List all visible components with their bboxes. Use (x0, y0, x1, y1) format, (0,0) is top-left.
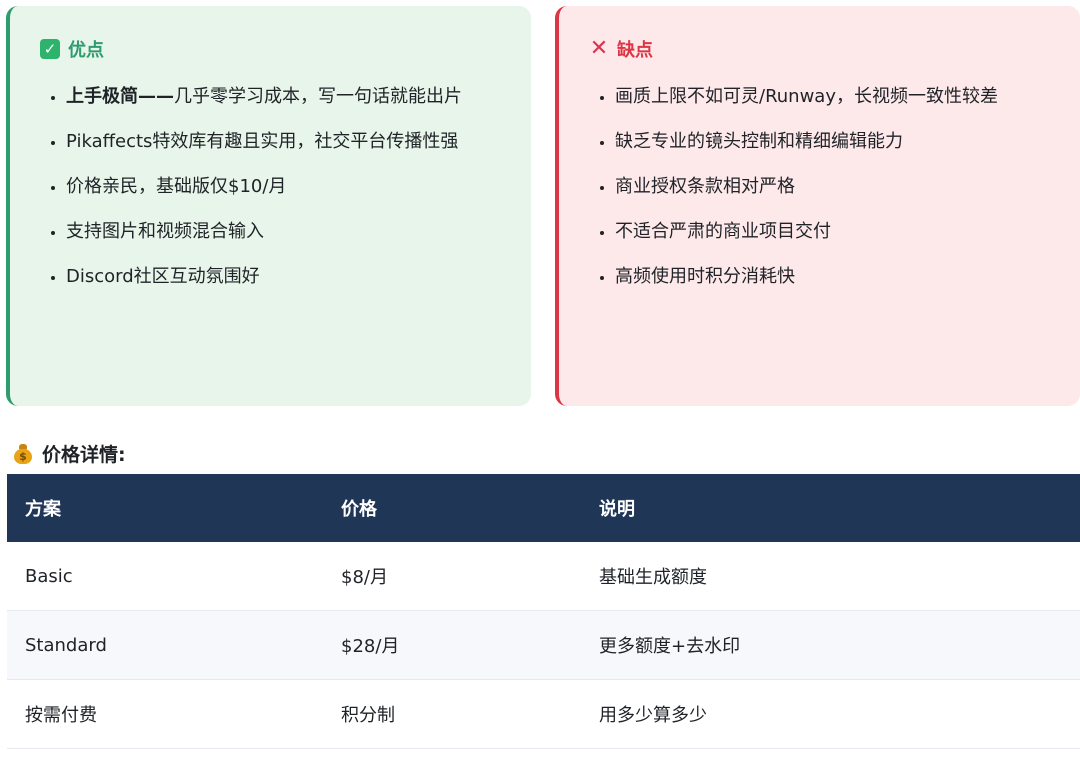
check-icon: ✓ (40, 39, 60, 59)
list-item: 价格亲民，基础版仅$10/月 (66, 168, 505, 205)
cross-icon: ✕ (589, 36, 609, 61)
cons-title-text: 缺点 (617, 40, 653, 61)
cell-plan: Basic (7, 542, 323, 611)
pros-item-text: Pikaffects特效库有趣且实用，社交平台传播性强 (66, 131, 459, 152)
pros-item-text: 几乎零学习成本，写一句话就能出片 (174, 86, 462, 107)
cell-price: 积分制 (323, 679, 581, 749)
list-item: 画质上限不如可灵/Runway，长视频一致性较差 (615, 78, 1056, 115)
pricing-section-title: $ 价格详情: (12, 440, 126, 467)
cell-description: 更多额度+去水印 (581, 610, 1080, 680)
cell-plan: Standard (7, 610, 323, 680)
cell-description: 基础生成额度 (581, 542, 1080, 611)
header-description: 说明 (581, 474, 1080, 542)
cons-title: ✕ 缺点 (589, 36, 653, 62)
cell-price: $8/月 (323, 542, 581, 611)
table-row: Standard $28/月 更多额度+去水印 (7, 610, 1080, 680)
pros-title-text: 优点 (68, 40, 104, 61)
list-item: 支持图片和视频混合输入 (66, 213, 505, 250)
list-item: 上手极简——几乎零学习成本，写一句话就能出片 (66, 78, 505, 115)
pros-item-text: Discord社区互动氛围好 (66, 266, 260, 287)
pros-item-bold: 上手极简—— (66, 86, 174, 107)
cons-list: 画质上限不如可灵/Runway，长视频一致性较差 缺乏专业的镜头控制和精细编辑能… (589, 78, 1056, 303)
table-row: 按需付费 积分制 用多少算多少 (7, 679, 1080, 749)
table-header-row: 方案 价格 说明 (7, 474, 1080, 542)
cons-card: ✕ 缺点 画质上限不如可灵/Runway，长视频一致性较差 缺乏专业的镜头控制和… (555, 6, 1080, 406)
money-bag-icon: $ (12, 443, 34, 465)
list-item: 高频使用时积分消耗快 (615, 258, 1056, 295)
table-row: Basic $8/月 基础生成额度 (7, 542, 1080, 611)
pros-card: ✓ 优点 上手极简——几乎零学习成本，写一句话就能出片 Pikaffects特效… (6, 6, 531, 406)
cell-price: $28/月 (323, 610, 581, 680)
list-item: 商业授权条款相对严格 (615, 168, 1056, 205)
list-item: 缺乏专业的镜头控制和精细编辑能力 (615, 123, 1056, 160)
pros-title: ✓ 优点 (40, 36, 104, 62)
pros-list: 上手极简——几乎零学习成本，写一句话就能出片 Pikaffects特效库有趣且实… (40, 78, 505, 303)
header-plan: 方案 (7, 474, 323, 542)
list-item: Discord社区互动氛围好 (66, 258, 505, 295)
cell-plan: 按需付费 (7, 679, 323, 749)
list-item: 不适合严肃的商业项目交付 (615, 213, 1056, 250)
list-item: Pikaffects特效库有趣且实用，社交平台传播性强 (66, 123, 505, 160)
pros-item-text: 支持图片和视频混合输入 (66, 221, 264, 242)
pricing-table: 方案 价格 说明 Basic $8/月 基础生成额度 Standard $28/… (7, 474, 1080, 749)
cell-description: 用多少算多少 (581, 679, 1080, 749)
pros-item-text: 价格亲民，基础版仅$10/月 (66, 176, 287, 197)
pricing-title-text: 价格详情: (42, 444, 126, 466)
header-price: 价格 (323, 474, 581, 542)
